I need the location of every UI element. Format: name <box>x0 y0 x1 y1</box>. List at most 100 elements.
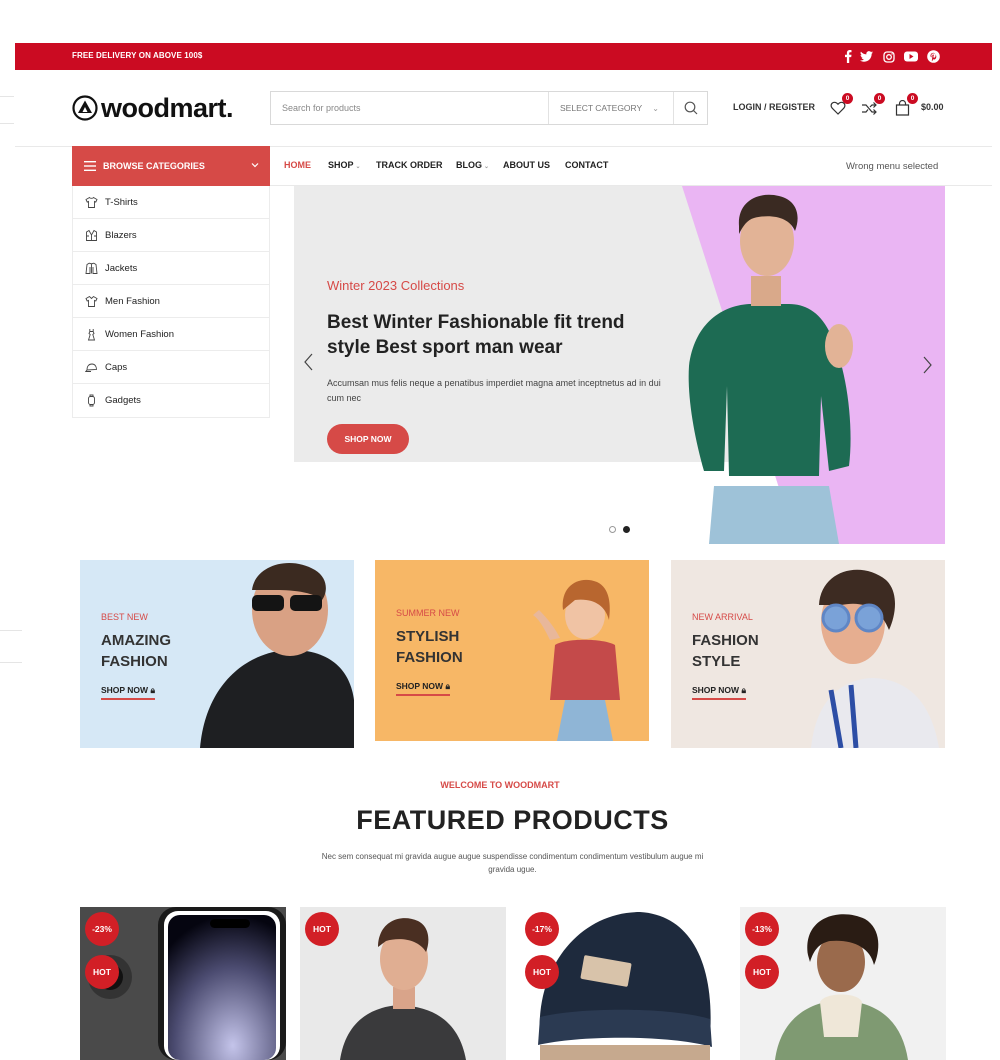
promo-title-line1: AMAZING <box>101 632 171 649</box>
hero-description: Accumsan mus felis neque a penatibus imp… <box>327 378 661 403</box>
category-item-tshirts[interactable]: T-Shirts <box>73 186 269 219</box>
edge-divider <box>0 662 22 663</box>
product-card[interactable]: -17% HOT <box>520 907 726 1060</box>
youtube-icon[interactable] <box>902 47 919 66</box>
menu-icon <box>84 161 96 171</box>
promo-banner-amazing-fashion[interactable]: BEST NEW AMAZING FASHION SHOP NOW 🔒︎ <box>80 560 354 748</box>
promo-shop-now-link[interactable]: SHOP NOW 🔒︎ <box>692 685 746 700</box>
category-item-gadgets[interactable]: Gadgets <box>73 384 269 417</box>
jacket-icon <box>85 262 98 274</box>
free-delivery-text: FREE DELIVERY ON ABOVE 100$ <box>72 51 203 60</box>
slider-dot-1[interactable] <box>609 526 616 533</box>
promo-title-line2: STYLE <box>692 653 741 670</box>
blazer-icon <box>86 229 97 241</box>
category-list: T-Shirts Blazers Jackets Men Fashion Wom… <box>72 186 270 418</box>
lock-icon: 🔒︎ <box>741 685 746 695</box>
discount-badge: -13% <box>745 912 779 946</box>
promo-shop-now-link[interactable]: SHOP NOW 🔒︎ <box>396 681 450 696</box>
hot-badge: HOT <box>745 955 779 989</box>
product-card[interactable]: HOT <box>300 907 506 1060</box>
logo[interactable]: woodmart. <box>72 92 234 124</box>
category-item-blazers[interactable]: Blazers <box>73 219 269 252</box>
category-label: T-Shirts <box>105 196 138 208</box>
promo-subtitle: BEST NEW <box>101 612 148 622</box>
slider-dot-2[interactable] <box>623 526 630 533</box>
nav-blog-label: BLOG <box>456 160 482 170</box>
search-button[interactable] <box>673 92 707 124</box>
cart-count-badge: 0 <box>907 93 918 104</box>
cart-total[interactable]: $0.00 <box>921 102 944 112</box>
login-register-link[interactable]: LOGIN / REGISTER <box>733 102 815 112</box>
chevron-down-icon: ⌄ <box>484 164 490 170</box>
product-card[interactable]: -23% HOT <box>80 907 286 1060</box>
shirt-icon <box>85 295 98 307</box>
featured-description: Nec sem consequat mi gravida augue augue… <box>321 852 704 874</box>
compare-count-badge: 0 <box>874 93 885 104</box>
search-input[interactable] <box>271 92 548 124</box>
search-bar: SELECT CATEGORY ⌄ <box>270 91 708 125</box>
nav-contact[interactable]: CONTACT <box>565 160 608 170</box>
category-item-caps[interactable]: Caps <box>73 351 269 384</box>
promo-title-line2: FASHION <box>101 653 168 670</box>
chevron-down-icon: ⌄ <box>355 164 361 170</box>
lock-icon: 🔒︎ <box>445 681 450 691</box>
nav-about-us[interactable]: ABOUT US <box>503 160 550 170</box>
hot-badge: HOT <box>525 955 559 989</box>
search-icon <box>684 101 697 115</box>
promo-model-image <box>200 562 354 748</box>
hero-title: Best Winter Fashionable fit trend style … <box>327 312 625 358</box>
promo-model-image <box>811 569 939 748</box>
promo-subtitle: NEW ARRIVAL <box>692 612 753 622</box>
top-bar: FREE DELIVERY ON ABOVE 100$ <box>15 43 992 70</box>
promo-banner-stylish-fashion[interactable]: SUMMER NEW STYLISH FASHION SHOP NOW 🔒︎ <box>375 560 649 741</box>
nav-shop[interactable]: SHOP ⌄ <box>328 160 361 170</box>
slider-prev-arrow[interactable] <box>304 353 314 377</box>
category-item-women-fashion[interactable]: Women Fashion <box>73 318 269 351</box>
promo-title: FASHION STYLE <box>692 630 759 672</box>
chevron-right-icon <box>923 356 932 374</box>
facebook-icon[interactable] <box>839 47 856 66</box>
featured-kicker: WELCOME TO WOODMART <box>440 780 560 790</box>
chevron-left-icon <box>304 353 313 371</box>
nav-track-order[interactable]: TRACK ORDER <box>376 160 443 170</box>
promo-title-line2: FASHION <box>396 649 463 666</box>
logo-icon <box>72 95 98 121</box>
promo-subtitle: SUMMER NEW <box>396 608 460 618</box>
nav-home[interactable]: HOME <box>284 160 311 170</box>
category-label: Women Fashion <box>105 328 174 340</box>
compare-button[interactable]: 0 <box>860 93 885 117</box>
wishlist-button[interactable]: 0 <box>828 93 853 117</box>
hero-model-image <box>688 194 853 544</box>
category-select[interactable]: SELECT CATEGORY ⌄ <box>548 92 673 124</box>
logo-text: woodmart. <box>101 92 234 123</box>
category-item-men-fashion[interactable]: Men Fashion <box>73 285 269 318</box>
edge-divider <box>0 96 14 97</box>
pinterest-icon[interactable] <box>925 47 942 66</box>
browse-categories-button[interactable]: BROWSE CATEGORIES <box>72 146 270 186</box>
nav-blog[interactable]: BLOG ⌄ <box>456 160 489 170</box>
chevron-down-icon <box>251 163 259 168</box>
promo-shop-now-link[interactable]: SHOP NOW 🔒︎ <box>101 685 155 700</box>
slider-next-arrow[interactable] <box>922 356 932 380</box>
discount-badge: -23% <box>85 912 119 946</box>
promo-title-line1: FASHION <box>692 632 759 649</box>
category-label: Gadgets <box>105 395 141 406</box>
hero-subtitle: Winter 2023 Collections <box>327 278 465 293</box>
category-label: Men Fashion <box>105 295 160 307</box>
twitter-icon[interactable] <box>858 47 875 66</box>
category-item-jackets[interactable]: Jackets <box>73 252 269 285</box>
cap-icon <box>85 363 97 372</box>
instagram-icon[interactable] <box>880 47 897 66</box>
promo-title: STYLISH FASHION <box>396 626 463 668</box>
tshirt-icon <box>85 196 98 208</box>
hero-slider: Winter 2023 Collections Best Winter Fash… <box>294 186 945 544</box>
cart-button[interactable]: 0 <box>893 93 918 117</box>
hero-shop-now-button[interactable]: SHOP NOW <box>327 424 409 454</box>
product-card[interactable]: -13% HOT <box>740 907 946 1060</box>
promo-title: AMAZING FASHION <box>101 630 171 672</box>
promo-banner-fashion-style[interactable]: NEW ARRIVAL FASHION STYLE SHOP NOW 🔒︎ <box>671 560 945 748</box>
gadget-icon <box>88 394 95 407</box>
hot-badge: HOT <box>305 912 339 946</box>
chevron-down-icon: ⌄ <box>652 103 659 113</box>
wishlist-count-badge: 0 <box>842 93 853 104</box>
